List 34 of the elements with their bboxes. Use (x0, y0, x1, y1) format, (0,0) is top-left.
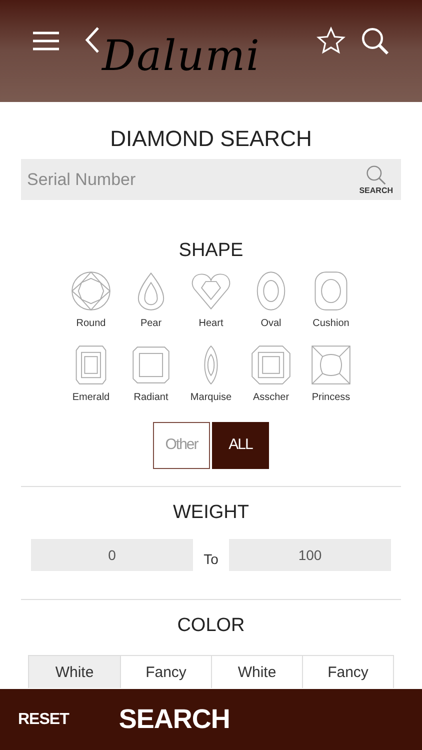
back-icon[interactable] (84, 26, 100, 54)
weight-min-field[interactable]: 0 (31, 539, 193, 571)
shape-option[interactable]: Heart (181, 270, 241, 330)
page-title: DIAMOND SEARCH (109, 126, 313, 152)
section-heading: COLOR (176, 615, 246, 637)
shape-option[interactable]: Radiant (121, 344, 181, 404)
menu-icon[interactable] (32, 31, 60, 51)
shape-option[interactable]: Asscher (241, 344, 301, 404)
serial-number-input[interactable]: Serial Number (27, 166, 360, 192)
search-submit-button[interactable]: SEARCH (118, 699, 230, 740)
search-icon[interactable] (360, 26, 390, 56)
diamond-shape-icon (70, 270, 112, 312)
shape-option[interactable]: Cushion (301, 270, 361, 330)
search-button[interactable]: SEARCH (359, 164, 393, 196)
star-icon[interactable] (316, 26, 346, 56)
shape-option[interactable]: Round (61, 270, 121, 330)
shape-option[interactable]: Princess (301, 344, 361, 404)
shape-option[interactable]: Emerald (61, 344, 121, 404)
diamond-shape-icon (310, 344, 352, 386)
logo: Dalumi (102, 30, 260, 82)
search-icon (365, 164, 388, 186)
serial-search-field[interactable]: Serial Number SEARCH (21, 159, 401, 200)
reset-button[interactable]: RESET (18, 708, 69, 732)
diamond-shape-icon (250, 344, 292, 386)
color-tab[interactable]: White (29, 656, 120, 688)
section-heading: SHAPE (178, 240, 244, 262)
diamond-shape-icon (130, 344, 172, 386)
shape-option[interactable]: Oval (241, 270, 301, 330)
shape-filter-button[interactable]: ALL (212, 422, 269, 469)
section-heading: WEIGHT (172, 502, 250, 524)
shape-option[interactable]: Pear (121, 270, 181, 330)
weight-max-field[interactable]: 100 (229, 539, 391, 571)
shape-option[interactable]: Marquise (181, 344, 241, 404)
range-separator: To (202, 550, 220, 568)
